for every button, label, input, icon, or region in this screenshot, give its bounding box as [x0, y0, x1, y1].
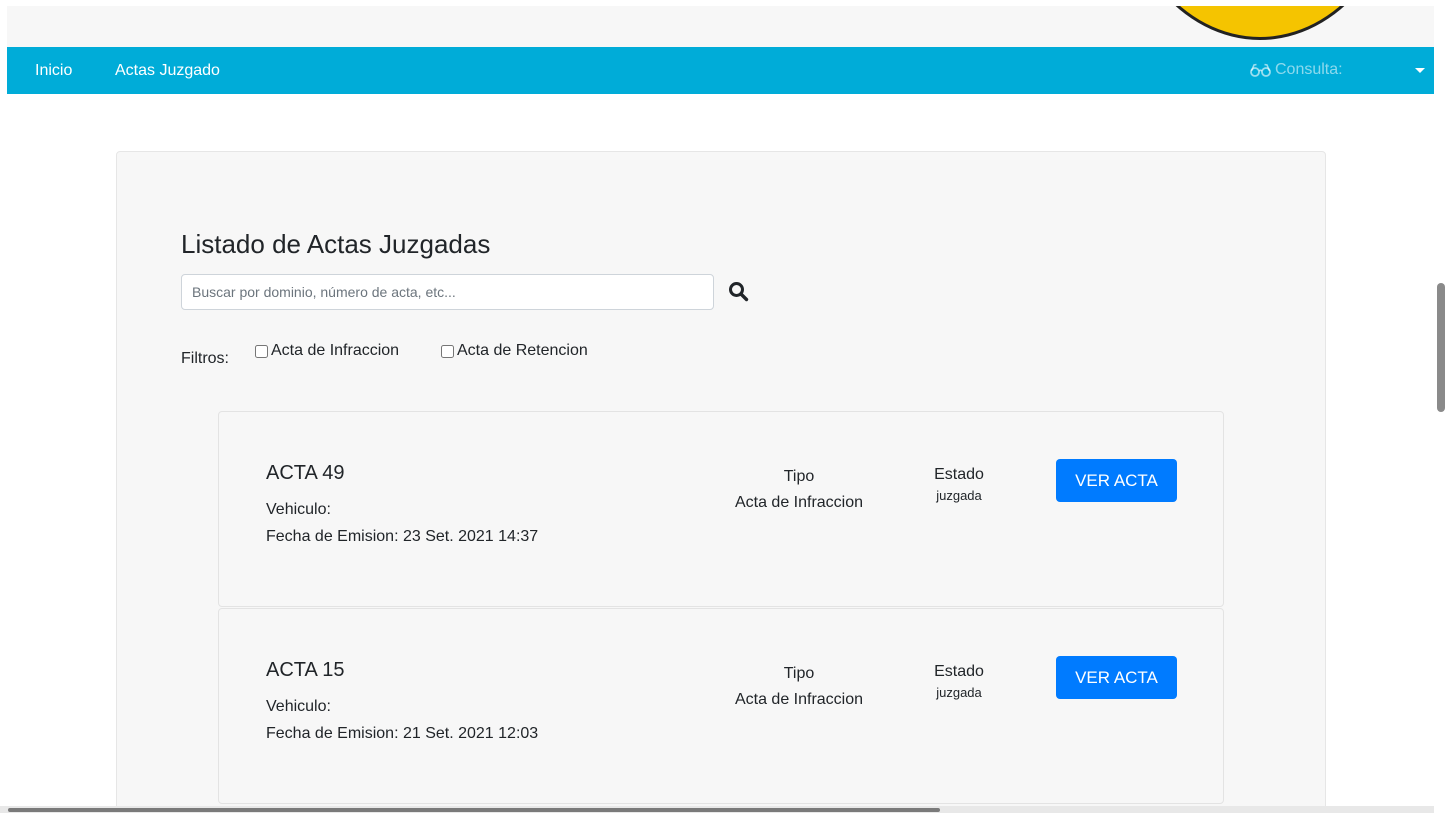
filters-label: Filtros:: [181, 350, 229, 367]
nav-link-inicio[interactable]: Inicio: [35, 62, 72, 80]
filter-checkbox-infraccion[interactable]: [255, 344, 268, 358]
tipo-label: Tipo: [783, 468, 815, 485]
acta-vehiculo: Vehiculo:: [266, 698, 331, 715]
acta-list-item: ACTA 15 Vehiculo: Fecha de Emision: 21 S…: [218, 608, 1224, 804]
tipo-value: Acta de Infraccion: [734, 494, 864, 511]
consulta-dropdown[interactable]: Consulta:: [1250, 61, 1343, 79]
browser-viewport: Inicio Actas Juzgado Consulta: Listado d…: [0, 0, 1434, 806]
acta-title: ACTA 15: [266, 659, 345, 681]
estado-value: juzgada: [936, 685, 982, 700]
acta-vehiculo: Vehiculo:: [266, 501, 331, 518]
acta-fecha-emision: Fecha de Emision: 23 Set. 2021 14:37: [266, 528, 539, 545]
header-strip: [7, 0, 1434, 47]
search-input[interactable]: [181, 274, 714, 310]
tipo-value: Acta de Infraccion: [734, 691, 864, 708]
consulta-label: Consulta:: [1275, 61, 1343, 78]
acta-fecha-emision: Fecha de Emision: 21 Set. 2021 12:03: [266, 725, 539, 742]
search-button[interactable]: [727, 280, 751, 304]
caret-down-icon[interactable]: [1415, 68, 1425, 73]
estado-label: Estado: [934, 663, 984, 680]
estado-label: Estado: [934, 466, 984, 483]
filter-acta-infraccion[interactable]: Acta de Infraccion: [255, 342, 399, 360]
page-title: Listado de Actas Juzgadas: [181, 229, 491, 259]
nav-link-actas-juzgado[interactable]: Actas Juzgado: [115, 62, 220, 80]
filter-acta-retencion[interactable]: Acta de Retencion: [441, 342, 588, 360]
ver-acta-button[interactable]: VER ACTA: [1056, 656, 1177, 699]
horizontal-scrollbar-thumb[interactable]: [8, 808, 940, 812]
navbar: Inicio Actas Juzgado Consulta:: [7, 47, 1434, 94]
estado-value: juzgada: [936, 488, 982, 503]
ver-acta-button[interactable]: VER ACTA: [1056, 459, 1177, 502]
filter-label-infraccion: Acta de Infraccion: [271, 342, 400, 359]
filter-label-retencion: Acta de Retencion: [457, 342, 588, 359]
search-icon: [729, 282, 749, 302]
acta-estado: Estado juzgada: [909, 661, 1009, 701]
filter-checkbox-retencion[interactable]: [441, 344, 454, 358]
acta-tipo: Tipo Acta de Infraccion: [709, 661, 889, 713]
acta-title: ACTA 49: [266, 462, 345, 484]
acta-tipo: Tipo Acta de Infraccion: [709, 464, 889, 516]
actas-card: Listado de Actas Juzgadas Filtros: Acta …: [116, 151, 1326, 806]
acta-list-item: ACTA 49 Vehiculo: Fecha de Emision: 23 S…: [218, 411, 1224, 607]
acta-estado: Estado juzgada: [909, 464, 1009, 504]
vertical-scrollbar-thumb[interactable]: [1437, 283, 1445, 412]
logo-image: [1115, 6, 1405, 40]
glasses-icon: [1250, 63, 1271, 77]
tipo-label: Tipo: [783, 665, 815, 682]
